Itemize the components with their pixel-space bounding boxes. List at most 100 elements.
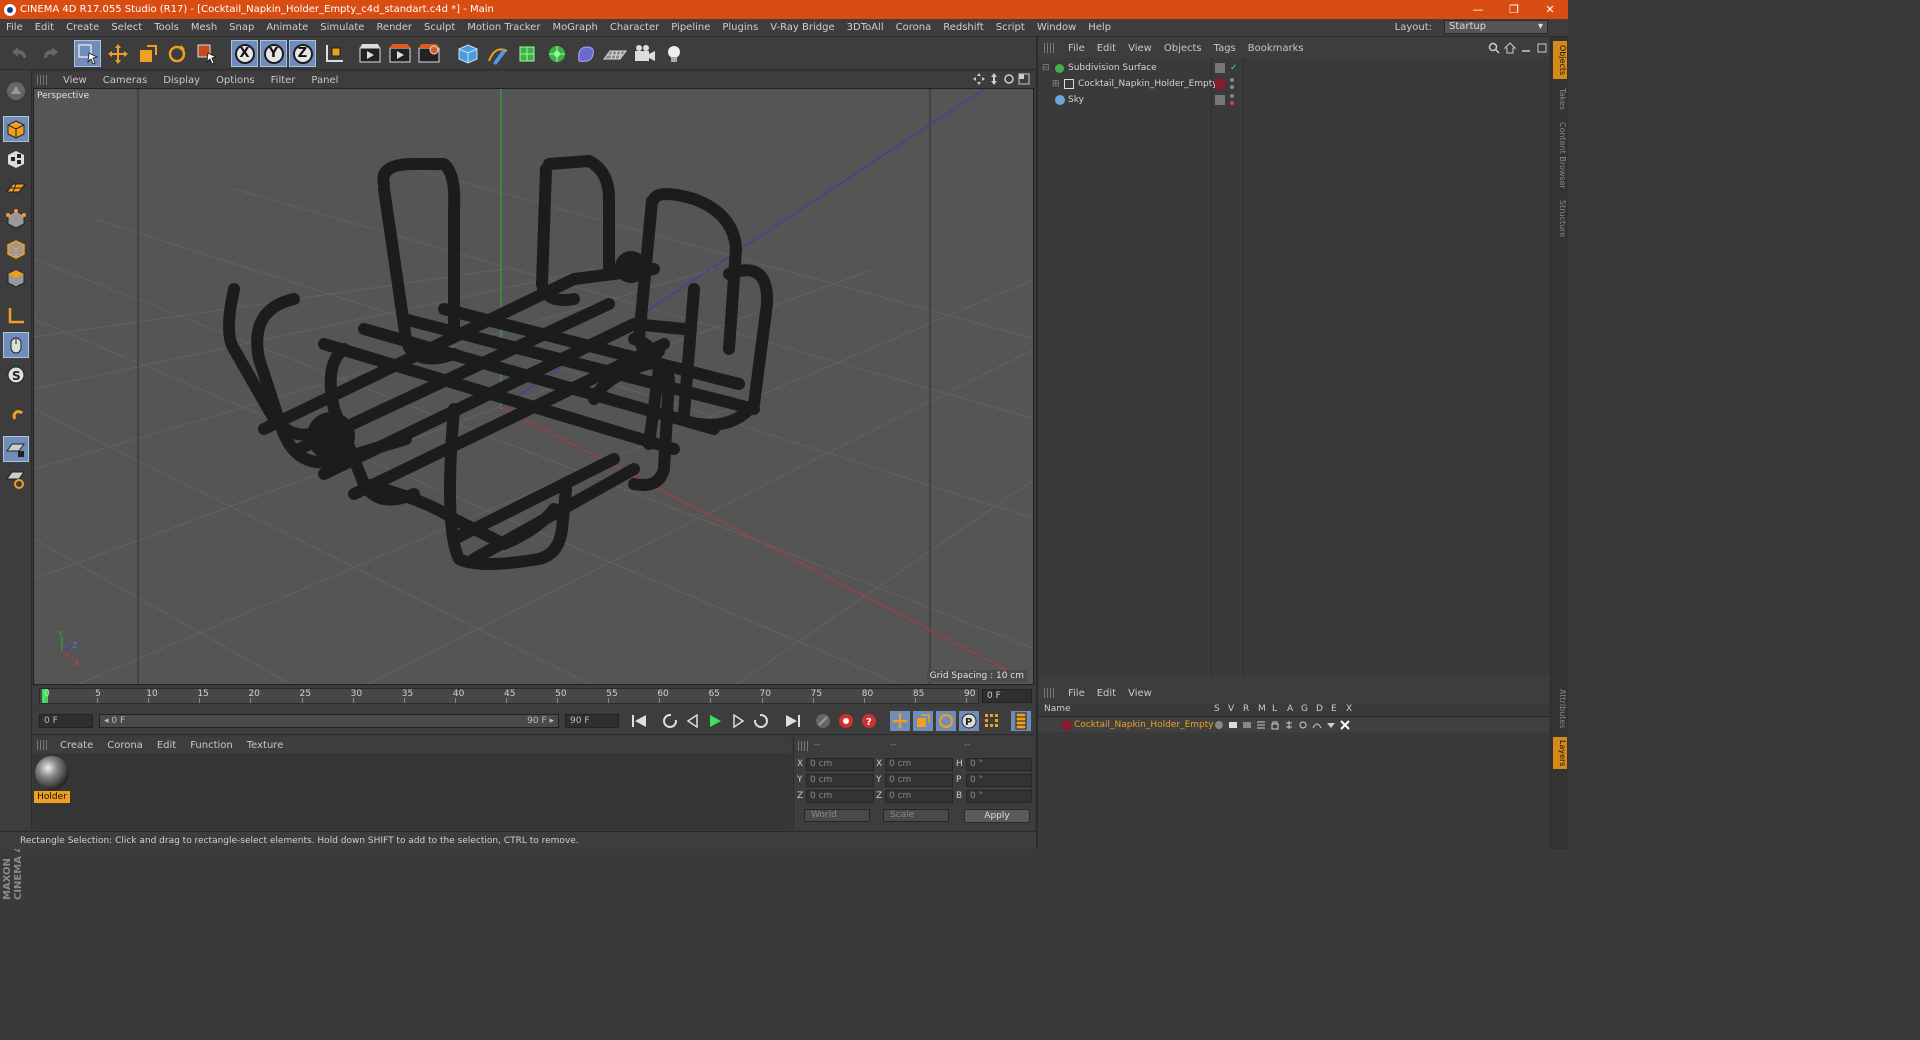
layout-dropdown[interactable]: Startup <box>1444 20 1548 34</box>
coordinate-mode-dropdown[interactable]: World <box>804 809 870 822</box>
material-menu-function[interactable]: Function <box>183 740 240 751</box>
layers-menu-edit[interactable]: Edit <box>1091 688 1122 699</box>
pos-y-field[interactable]: 0 cm <box>806 774 874 787</box>
coordinate-system-icon[interactable] <box>320 40 347 67</box>
objects-menu-bookmarks[interactable]: Bookmarks <box>1242 43 1310 54</box>
panel-grip-icon[interactable] <box>1044 43 1054 53</box>
scale-tool-icon[interactable] <box>134 40 161 67</box>
next-frame-icon[interactable] <box>728 711 748 731</box>
minimize-button[interactable]: — <box>1460 3 1496 16</box>
animation-icon[interactable] <box>1284 720 1294 730</box>
collapse-icon[interactable]: ⊟ <box>1042 60 1050 76</box>
light-object-icon[interactable] <box>660 40 687 67</box>
editor-visibility-dot[interactable] <box>1230 78 1234 82</box>
pan-icon[interactable] <box>973 73 985 85</box>
size-x-field[interactable]: 0 cm <box>885 758 953 771</box>
menu-sculpt[interactable]: Sculpt <box>418 22 461 33</box>
menu-edit[interactable]: Edit <box>29 22 60 33</box>
workplane-icon[interactable] <box>3 175 29 201</box>
rotate-tool-icon[interactable] <box>163 40 190 67</box>
tweak-mode-icon[interactable] <box>3 332 29 358</box>
size-y-field[interactable]: 0 cm <box>885 774 953 787</box>
generators-icon[interactable] <box>1298 720 1308 730</box>
tab-attributes[interactable]: Attributes <box>1553 685 1567 733</box>
cube-object-icon[interactable] <box>454 40 481 67</box>
close-button[interactable]: ✕ <box>1532 3 1568 16</box>
menu-tools[interactable]: Tools <box>148 22 185 33</box>
material-holder[interactable]: Holder <box>33 753 73 805</box>
viewport-menu-filter[interactable]: Filter <box>263 75 304 86</box>
viewport-menu-cameras[interactable]: Cameras <box>95 75 155 86</box>
go-to-start-icon[interactable] <box>629 711 649 731</box>
cloner-icon[interactable] <box>543 40 570 67</box>
recent-tool-icon[interactable] <box>193 40 220 67</box>
key-position-icon[interactable] <box>890 711 910 731</box>
menu-file[interactable]: File <box>0 22 29 33</box>
texture-mode-icon[interactable] <box>3 146 29 172</box>
object-row-napkin-holder[interactable]: ⊞ Cocktail_Napkin_Holder_Empty <box>1038 76 1548 92</box>
record-off-icon[interactable] <box>813 711 833 731</box>
manager-icon[interactable] <box>1256 720 1266 730</box>
camera-object-icon[interactable] <box>631 40 658 67</box>
key-pla-icon[interactable] <box>982 711 1002 731</box>
expand-icon[interactable]: ⊞ <box>1052 76 1060 92</box>
layers-menu-view[interactable]: View <box>1122 688 1158 699</box>
menu-render[interactable]: Render <box>370 22 418 33</box>
objects-menu-file[interactable]: File <box>1062 43 1091 54</box>
make-editable-icon[interactable] <box>3 78 29 104</box>
size-z-field[interactable]: 0 cm <box>885 790 953 803</box>
menu-snap[interactable]: Snap <box>223 22 260 33</box>
tab-takes[interactable]: Takes <box>1553 85 1567 113</box>
menu-help[interactable]: Help <box>1082 22 1117 33</box>
x-axis-lock-icon[interactable]: X <box>231 40 258 67</box>
orbit-icon[interactable] <box>1003 73 1015 85</box>
tab-structure[interactable]: Structure <box>1553 197 1567 241</box>
material-menu-texture[interactable]: Texture <box>240 740 291 751</box>
planar-workplane-icon[interactable] <box>3 466 29 492</box>
viewport-menu-options[interactable]: Options <box>208 75 263 86</box>
key-rotation-icon[interactable] <box>936 711 956 731</box>
render-visibility-dot[interactable] <box>1230 85 1234 89</box>
locked-workplane-icon[interactable] <box>3 436 29 462</box>
axis-mode-icon[interactable] <box>3 303 29 329</box>
undo-icon[interactable] <box>6 40 33 67</box>
deformers-icon[interactable] <box>1312 720 1322 730</box>
xref-icon[interactable] <box>1340 720 1350 730</box>
menu-script[interactable]: Script <box>990 22 1031 33</box>
objects-menu-tags[interactable]: Tags <box>1208 43 1242 54</box>
menu-vray-bridge[interactable]: V-Ray Bridge <box>764 22 840 33</box>
menu-corona[interactable]: Corona <box>890 22 938 33</box>
minimize-panel-icon[interactable] <box>1520 42 1532 54</box>
tab-content-browser[interactable]: Content Browser <box>1553 119 1567 191</box>
model-mode-icon[interactable] <box>3 116 29 142</box>
timeline-window-icon[interactable] <box>1011 711 1031 731</box>
pos-z-field[interactable]: 0 cm <box>806 790 874 803</box>
pos-x-field[interactable]: 0 cm <box>806 758 874 771</box>
previous-frame-icon[interactable] <box>683 711 703 731</box>
next-key-icon[interactable] <box>751 711 771 731</box>
objects-menu-objects[interactable]: Objects <box>1158 43 1208 54</box>
play-forward-icon[interactable] <box>705 711 725 731</box>
menu-create[interactable]: Create <box>60 22 105 33</box>
go-to-end-icon[interactable] <box>783 711 803 731</box>
current-frame-field[interactable]: 0 F <box>982 689 1032 703</box>
tab-layers[interactable]: Layers <box>1553 737 1567 769</box>
rot-h-field[interactable]: 0 ° <box>966 758 1032 771</box>
viewport-menu-view[interactable]: View <box>55 75 95 86</box>
lock-icon[interactable] <box>1270 720 1280 730</box>
timeline-ruler[interactable]: 0 5 10 15 20 25 30 35 40 45 50 55 60 65 70 75 80 85 90 <box>39 688 979 704</box>
live-selection-icon[interactable] <box>74 40 101 67</box>
rot-b-field[interactable]: 0 ° <box>966 790 1032 803</box>
editor-visibility-dot[interactable] <box>1230 94 1234 98</box>
menu-animate[interactable]: Animate <box>260 22 314 33</box>
visible-icon[interactable] <box>1228 720 1238 730</box>
solo-icon[interactable] <box>1214 720 1224 730</box>
home-icon[interactable] <box>1504 42 1516 54</box>
record-active-icon[interactable] <box>836 711 856 731</box>
layer-color-swatch[interactable] <box>1062 721 1071 730</box>
spline-pen-icon[interactable] <box>484 40 511 67</box>
layer-tag-icon[interactable] <box>1215 63 1225 73</box>
size-mode-dropdown[interactable]: Scale <box>883 809 949 822</box>
search-icon[interactable] <box>1488 42 1500 54</box>
objects-menu-edit[interactable]: Edit <box>1091 43 1122 54</box>
